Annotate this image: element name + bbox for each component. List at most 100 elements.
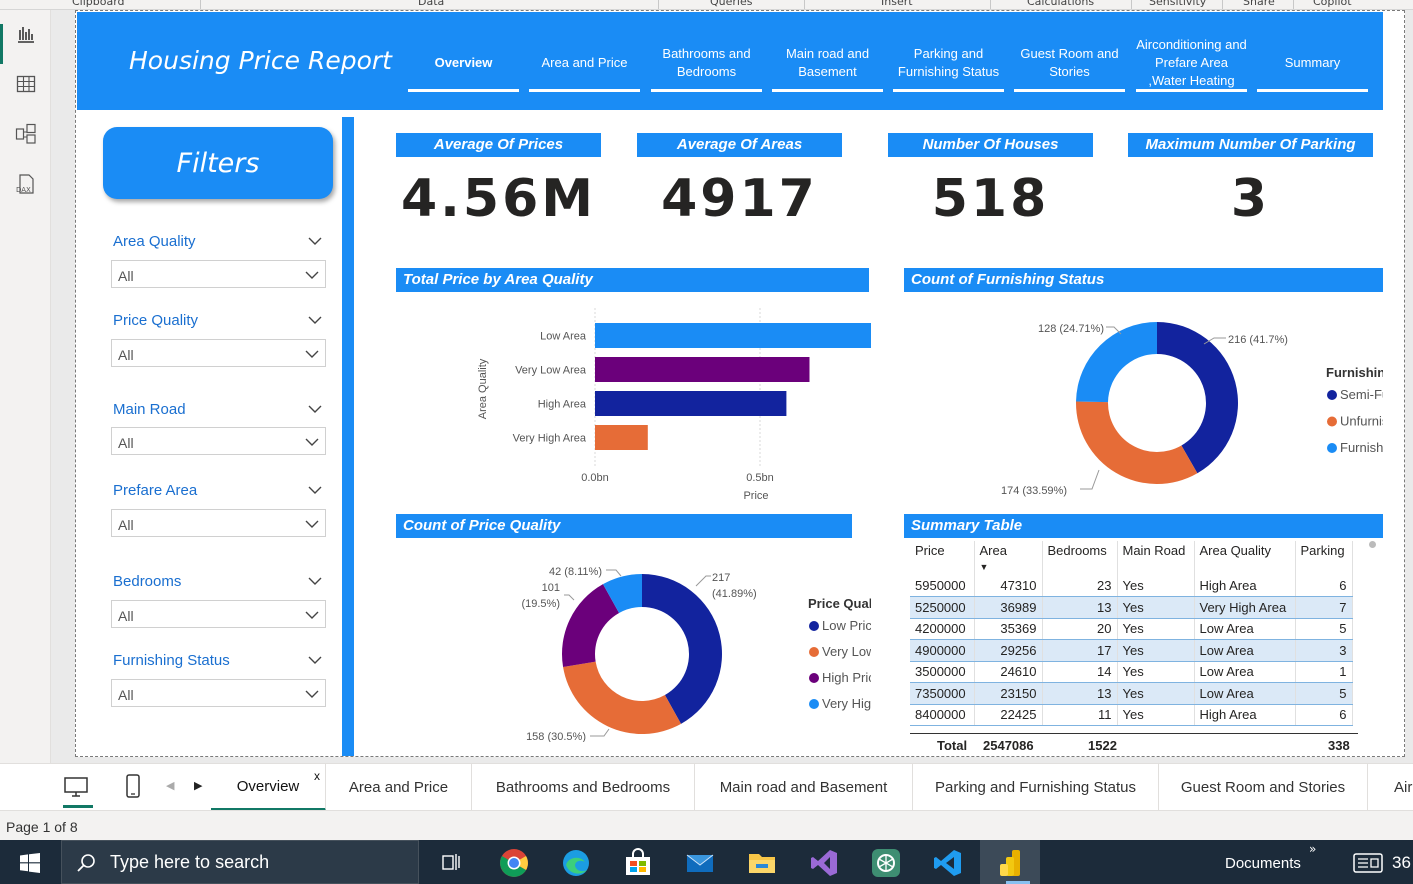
view-switcher-rail: DAX (0, 10, 51, 763)
chevron-down-icon (305, 611, 319, 619)
filter-label-prefare-area: Prefare Area (113, 482, 198, 499)
filter-dropdown-bedrooms[interactable]: All (111, 600, 326, 628)
column-header-area[interactable]: Area ▼ (974, 541, 1043, 575)
data-label: 217 (712, 572, 730, 584)
filter-value: All (118, 608, 134, 624)
ribbon-group-calculations: Calculations (1027, 0, 1095, 8)
column-header-bedrooms[interactable]: Bedrooms (1042, 541, 1118, 575)
file-explorer-icon[interactable] (747, 848, 775, 876)
page-tab-airconditioning[interactable]: Air (1368, 764, 1413, 811)
column-header-parking[interactable]: Parking (1295, 541, 1353, 575)
page-tab-bathrooms-and-bedrooms[interactable]: Bathrooms and Bedrooms (472, 764, 695, 811)
nav-button-overview[interactable]: Overview (408, 36, 519, 92)
table-cell: 22425 (974, 704, 1043, 726)
page-tab-bar: ◀ ▶ Overview x Area and Price Bathrooms a… (0, 763, 1413, 811)
table-cell: 23 (1042, 575, 1118, 597)
page-tab-area-and-price[interactable]: Area and Price (326, 764, 472, 811)
scroll-left-icon[interactable]: ◀ (166, 779, 174, 792)
table-row[interactable]: 5950000 47310 23 Yes High Area 6 (910, 575, 1353, 597)
legend-item: Low Price (822, 618, 871, 633)
table-cell: 24610 (974, 661, 1043, 683)
category-label: Very High Area (513, 433, 587, 445)
sort-descending-icon: ▼ (979, 562, 989, 572)
table-view-icon[interactable] (14, 72, 38, 96)
power-bi-icon[interactable] (996, 848, 1024, 876)
nav-button-bathrooms-and-bedrooms[interactable]: Bathrooms and Bedrooms (651, 36, 762, 92)
scroll-right-icon[interactable]: ▶ (194, 779, 202, 792)
legend-marker (1327, 443, 1337, 453)
filter-value: All (118, 687, 134, 703)
chevron-down-icon[interactable] (308, 402, 322, 416)
legend-marker (809, 647, 819, 657)
search-placeholder: Type here to search (110, 851, 270, 872)
nav-button-parking-and-furnishing[interactable]: Parking and Furnishing Status (893, 36, 1004, 92)
chevron-down-icon[interactable] (308, 483, 322, 497)
chevron-down-icon (305, 690, 319, 698)
nav-button-guest-room-and-stories[interactable]: Guest Room and Stories (1014, 36, 1125, 92)
chrome-icon[interactable] (499, 848, 528, 877)
table-cell: Yes (1117, 639, 1195, 662)
chevron-down-icon[interactable] (308, 234, 322, 248)
close-icon[interactable]: x (314, 769, 320, 783)
nav-button-airconditioning[interactable]: Airconditioning and Prefare Area ,Water … (1136, 36, 1247, 92)
table-row[interactable]: 4900000 29256 17 Yes Low Area 3 (910, 639, 1353, 662)
page-tab-main-road-and-basement[interactable]: Main road and Basement (695, 764, 913, 811)
table-cell: Low Area (1194, 639, 1296, 662)
legend-title: Price Quality (808, 596, 871, 611)
legend-item: Very High Price (822, 696, 871, 711)
report-view-icon[interactable] (14, 22, 38, 46)
table-row[interactable]: 4200000 35369 20 Yes Low Area 5 (910, 618, 1353, 640)
windows-start-icon[interactable] (20, 853, 40, 877)
visual-studio-icon[interactable] (809, 848, 837, 876)
chart-title-count-furnishing-status: Count of Furnishing Status (904, 268, 1383, 292)
filter-dropdown-furnishing-status[interactable]: All (111, 679, 326, 707)
column-header-area-quality[interactable]: Area Quality (1194, 541, 1296, 575)
legend-marker (809, 699, 819, 709)
chevron-down-icon[interactable] (308, 653, 322, 667)
table-cell: 6 (1295, 704, 1353, 726)
filter-dropdown-area-quality[interactable]: All (111, 260, 326, 288)
legend-item: Semi-Furnished (1340, 387, 1383, 402)
chevron-down-icon[interactable] (308, 574, 322, 588)
dax-query-view-icon[interactable]: DAX (14, 172, 38, 196)
chevron-double-right-icon[interactable]: » (1309, 842, 1316, 856)
task-view-icon[interactable] (438, 848, 466, 876)
mobile-layout-icon[interactable] (125, 773, 141, 803)
chevron-down-icon (305, 350, 319, 358)
chevron-down-icon[interactable] (308, 313, 322, 327)
nav-button-main-road-and-basement[interactable]: Main road and Basement (772, 36, 883, 92)
table-row[interactable]: 5250000 36989 13 Yes Very High Area 7 (910, 596, 1353, 619)
table-cell: Low Area (1194, 618, 1296, 640)
edge-icon[interactable] (561, 848, 589, 876)
summary-table[interactable]: Price Area ▼ Bedrooms Main Road Area Qual… (910, 541, 1353, 726)
table-row[interactable]: 7350000 23150 13 Yes Low Area 5 (910, 682, 1353, 705)
table-scrollbar-thumb[interactable] (1369, 541, 1376, 548)
microsoft-store-icon[interactable] (623, 848, 651, 876)
news-widget-icon[interactable] (1353, 853, 1383, 877)
vscode-icon[interactable] (933, 848, 961, 876)
category-label: Low Area (540, 331, 587, 343)
model-view-icon[interactable] (14, 122, 38, 146)
mail-icon[interactable] (685, 848, 714, 876)
column-header-price[interactable]: Price (910, 541, 975, 575)
taskbar-search-input[interactable]: Type here to search (61, 840, 419, 884)
filter-dropdown-main-road[interactable]: All (111, 427, 326, 455)
table-row[interactable]: 8400000 22425 11 Yes High Area 6 (910, 704, 1353, 726)
table-row[interactable]: 3500000 24610 14 Yes Low Area 1 (910, 661, 1353, 683)
chatgpt-icon[interactable] (871, 848, 900, 877)
documents-toolbar[interactable]: Documents (1225, 855, 1301, 872)
nav-button-area-and-price[interactable]: Area and Price (529, 36, 640, 92)
data-label: 158 (30.5%) (526, 731, 586, 742)
filter-dropdown-price-quality[interactable]: All (111, 339, 326, 367)
donut-chart-furnishing-status: 216 (41.7%) 174 (33.59%) 128 (24.71%) Furni… (1001, 322, 1383, 497)
page-tab-parking-and-furnishing[interactable]: Parking and Furnishing Status (913, 764, 1159, 811)
page-tab-overview[interactable]: Overview x (211, 764, 326, 811)
filter-value: All (118, 435, 134, 451)
desktop-layout-icon[interactable] (63, 776, 91, 802)
page-tab-guest-room-and-stories[interactable]: Guest Room and Stories (1159, 764, 1368, 811)
ribbon-group-clipboard: Clipboard (72, 0, 125, 8)
filter-dropdown-prefare-area[interactable]: All (111, 509, 326, 537)
nav-button-summary[interactable]: Summary (1257, 36, 1368, 92)
ribbon-group-queries: Queries (710, 0, 753, 8)
column-header-main-road[interactable]: Main Road (1117, 541, 1195, 575)
